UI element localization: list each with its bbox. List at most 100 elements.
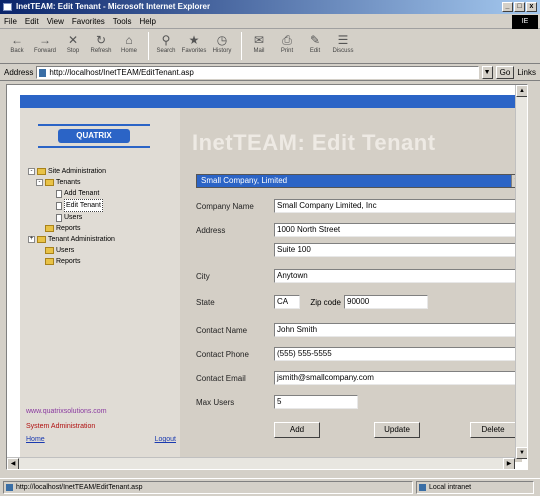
tree-node-users[interactable]: Users [28,212,115,223]
tree-node-tenant-users[interactable]: Users [28,245,115,256]
print-button[interactable]: ⎙ Print [274,32,300,62]
favorites-button[interactable]: ★ Favorites [181,32,207,62]
home-icon: ⌂ [125,33,133,47]
refresh-button[interactable]: ↻ Refresh [88,32,114,62]
menu-tools[interactable]: Tools [113,17,132,26]
logo-text: QUATRIX [58,129,130,143]
tree-node-site-administration[interactable]: - Site Administration [28,166,115,177]
scroll-left-icon[interactable]: ◀ [7,458,19,469]
links-button[interactable]: Links [517,68,536,77]
tenant-select-value: Small Company, Limited [201,176,288,185]
update-button[interactable]: Update [374,422,420,438]
collapse-icon[interactable]: - [36,179,43,186]
stop-button[interactable]: ✕ Stop [60,32,86,62]
contact-name-label: Contact Name [196,325,248,335]
logout-link[interactable]: Logout [155,436,176,443]
contact-email-label: Contact Email [196,373,246,383]
page-body: QUATRIX - Site Administration - Tenants [20,108,522,462]
scroll-right-icon[interactable]: ▶ [503,458,515,469]
intranet-zone-icon [419,484,426,491]
menu-help[interactable]: Help [139,17,155,26]
delete-button[interactable]: Delete [470,422,516,438]
status-text-panel: http://localhost/InetTEAM/EditTenant.asp [3,481,413,494]
home-button[interactable]: ⌂ Home [116,32,142,62]
discuss-button[interactable]: ☰ Discuss [330,32,356,62]
collapse-icon[interactable]: - [28,168,35,175]
minimize-button[interactable]: _ [502,2,513,12]
search-label: Search [156,48,176,54]
tree-node-edit-tenant[interactable]: Edit Tenant [28,199,115,212]
go-button[interactable]: Go [495,66,515,79]
zip-field[interactable]: 90000 [344,295,428,309]
mail-icon: ✉ [253,33,265,47]
edit-icon: ✎ [309,33,321,47]
contact-name-field[interactable]: John Smith [274,323,522,337]
edit-button[interactable]: ✎ Edit [302,32,328,62]
tree-node-add-tenant[interactable]: Add Tenant [28,188,115,199]
website-link[interactable]: www.quatrixsolutions.com [26,408,176,415]
search-icon: ⚲ [161,33,171,47]
navigation-panel: QUATRIX - Site Administration - Tenants [20,108,180,462]
address-field[interactable]: 1000 North Street [274,223,522,237]
folder-icon [45,247,54,254]
mail-button[interactable]: ✉ Mail [246,32,272,62]
home-link[interactable]: Home [26,436,45,443]
back-button[interactable]: ← Back [4,32,30,62]
close-button[interactable]: x [526,2,537,12]
favorites-icon: ★ [188,33,200,47]
address-input[interactable]: http://localhost/InetTEAM/EditTenant.asp [36,66,479,79]
address2-field[interactable]: Suite 100 [274,243,522,257]
expand-icon[interactable]: + [28,236,35,243]
tree-node-tenants[interactable]: - Tenants [28,177,115,188]
window-title: InetTEAM: Edit Tenant - Microsoft Intern… [16,2,211,11]
tree-node-tenant-reports[interactable]: Reports [28,256,115,267]
toolbar-separator [241,32,242,60]
address-dropdown-button[interactable]: ▼ [481,66,493,79]
folder-icon [45,258,54,265]
contact-phone-field[interactable]: (555) 555-5555 [274,347,522,361]
left-footer: www.quatrixsolutions.com System Administ… [26,408,176,443]
tree-node-label: Users [64,214,83,221]
print-label: Print [280,48,294,54]
tree-node-tenant-administration[interactable]: + Tenant Administration [28,234,115,245]
zone-text: Local intranet [429,484,472,491]
document-icon [56,201,62,210]
tree-node-label: Reports [56,258,81,265]
edit-label: Edit [309,48,321,54]
tree-node-reports[interactable]: Reports [28,223,115,234]
history-button[interactable]: ◷ History [209,32,235,62]
search-button[interactable]: ⚲ Search [153,32,179,62]
city-label: City [196,271,210,281]
vertical-scrollbar[interactable]: ▲ ▼ [515,85,527,459]
max-users-field[interactable]: 5 [274,395,358,409]
company-name-row: Company Name Small Company Limited, Inc [196,198,522,214]
navigation-tree: - Site Administration - Tenants Add Tena… [28,166,115,267]
zip-label: Zip code [310,297,341,307]
menu-favorites[interactable]: Favorites [72,17,105,26]
tree-node-label: Users [56,247,75,254]
menu-edit[interactable]: Edit [25,17,39,26]
menu-file[interactable]: File [4,17,17,26]
state-zip-row: State CA Zip code 90000 [196,294,428,310]
refresh-label: Refresh [90,48,112,54]
scroll-down-icon[interactable]: ▼ [516,447,527,459]
city-field[interactable]: Anytown [274,269,522,283]
scroll-up-icon[interactable]: ▲ [516,85,527,97]
tree-node-label: Site Administration [48,168,106,175]
horizontal-scrollbar[interactable]: ◀ ▶ [7,457,515,469]
logo-line-bottom [38,146,150,148]
menu-view[interactable]: View [47,17,64,26]
forward-arrow-icon: → [39,33,51,47]
company-name-label: Company Name [196,201,254,211]
contact-email-field[interactable]: jsmith@smallcompany.com [274,371,522,385]
company-logo: QUATRIX [38,124,150,150]
contact-email-row: Contact Email jsmith@smallcompany.com [196,370,522,386]
add-button[interactable]: Add [274,422,320,438]
state-field[interactable]: CA [274,295,300,309]
page-title: InetTEAM: Edit Tenant [192,130,436,155]
forward-button[interactable]: → Forward [32,32,58,62]
tenant-select[interactable]: Small Company, Limited ▼ [196,174,522,188]
maximize-button[interactable]: □ [514,2,525,12]
company-name-field[interactable]: Small Company Limited, Inc [274,199,522,213]
ie-page-icon [3,3,12,11]
